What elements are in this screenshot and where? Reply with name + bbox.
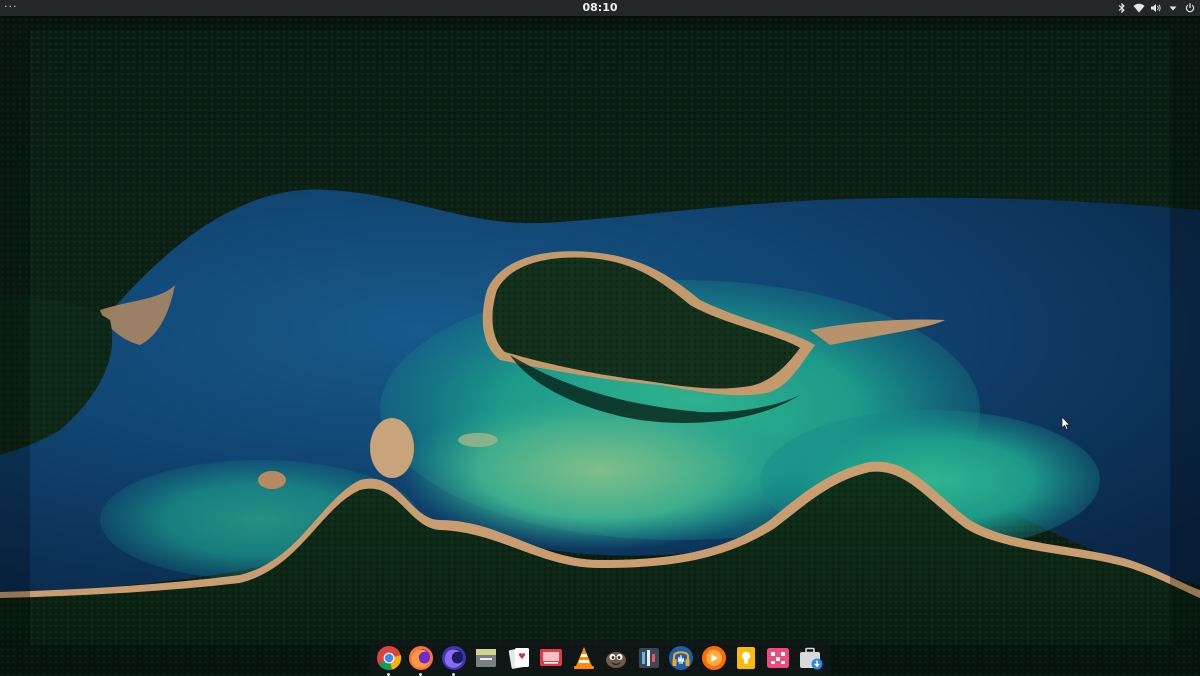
dock-item-software-store[interactable] <box>798 645 824 671</box>
dock-item-audacity[interactable] <box>668 645 694 671</box>
system-tray <box>1116 0 1196 16</box>
google-keep-icon <box>736 646 755 669</box>
audacity-icon <box>669 645 694 670</box>
dock-item-file-manager[interactable] <box>473 645 499 671</box>
running-indicator <box>387 672 390 676</box>
running-indicator <box>451 672 455 676</box>
top-panel: ··· 08:10 <box>0 0 1200 16</box>
rubiks-puzzle-icon <box>767 647 790 668</box>
dropdown-arrow-icon[interactable] <box>1167 2 1179 14</box>
dock-item-solitaire[interactable] <box>506 645 532 671</box>
chrome-icon <box>377 645 402 670</box>
desktop-wallpaper <box>0 0 1200 675</box>
dock <box>370 640 830 676</box>
gimp-icon <box>606 651 627 668</box>
dock-item-screen-recorder[interactable] <box>538 645 564 671</box>
dock-item-puzzle[interactable] <box>765 645 791 671</box>
firefox-icon <box>409 645 434 670</box>
file-manager-icon <box>476 648 497 667</box>
firefox-nightly-icon <box>441 645 466 670</box>
screen-recorder-icon <box>540 648 563 666</box>
dock-item-google-play-music[interactable] <box>701 645 727 671</box>
dock-item-firefox[interactable] <box>408 645 434 676</box>
dock-item-chrome[interactable] <box>376 645 402 676</box>
kdenlive-icon <box>638 647 659 668</box>
wifi-icon[interactable] <box>1133 2 1145 14</box>
volume-icon[interactable] <box>1150 2 1162 14</box>
software-store-icon <box>799 647 823 669</box>
bluetooth-icon[interactable] <box>1116 2 1128 14</box>
panel-clock: 08:10 <box>0 0 1200 16</box>
power-icon[interactable] <box>1184 2 1196 14</box>
dock-item-firefox-nightly[interactable] <box>441 645 467 676</box>
dock-item-google-keep[interactable] <box>733 645 759 671</box>
running-indicator <box>419 672 423 676</box>
activities-menu-button[interactable]: ··· <box>4 0 18 16</box>
solitaire-cards-icon <box>508 647 529 669</box>
mouse-cursor-icon <box>1061 416 1071 431</box>
dock-item-gimp[interactable] <box>603 645 629 671</box>
vlc-icon <box>573 646 594 669</box>
google-play-music-icon <box>701 645 726 670</box>
dock-item-vlc[interactable] <box>571 645 597 671</box>
clock-time[interactable]: 08:10 <box>582 1 617 14</box>
dock-item-kdenlive[interactable] <box>636 645 662 671</box>
